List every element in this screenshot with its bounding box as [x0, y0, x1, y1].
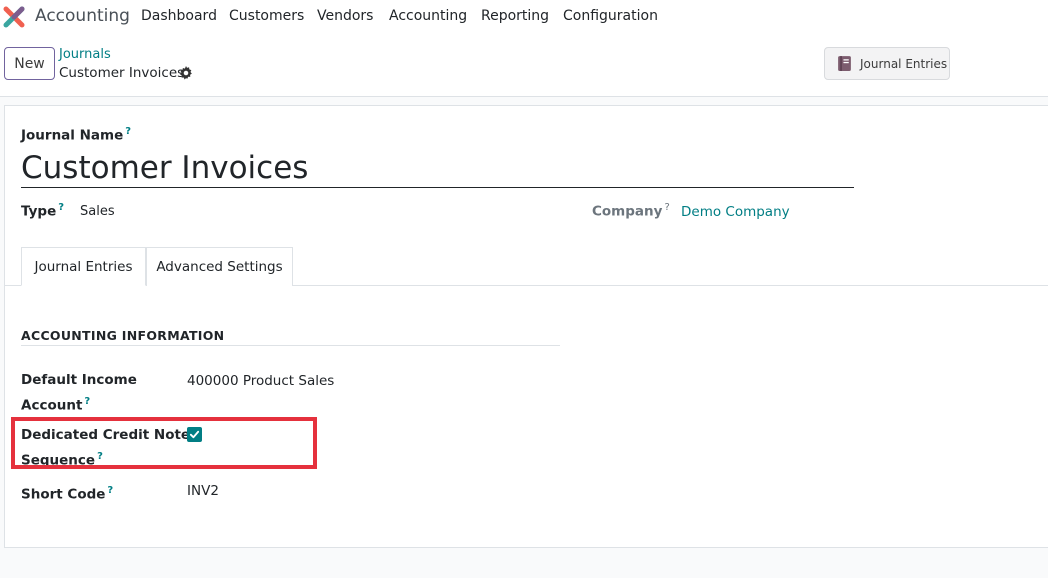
default-income-label-line2: Account — [21, 397, 83, 414]
gear-icon[interactable] — [179, 66, 193, 80]
section-divider — [21, 345, 560, 346]
menu-configuration[interactable]: Configuration — [563, 8, 658, 24]
top-navbar: Accounting Dashboard Customers Vendors A… — [0, 0, 1048, 34]
menu-customers[interactable]: Customers — [229, 8, 304, 24]
type-field[interactable]: Sales — [80, 204, 115, 219]
company-label-text: Company — [592, 203, 663, 220]
company-field[interactable]: Demo Company — [681, 204, 790, 220]
type-label-text: Type — [21, 203, 57, 220]
book-icon — [838, 56, 851, 71]
journal-name-input[interactable]: Customer Invoices — [21, 148, 854, 188]
help-tooltip-icon[interactable]: ? — [107, 485, 113, 496]
breadcrumb-current: Customer Invoices — [59, 65, 185, 81]
tab-advanced-settings[interactable]: Advanced Settings — [146, 247, 293, 286]
journal-name-label: Journal Name? — [21, 126, 131, 144]
short-code-field[interactable]: INV2 — [187, 483, 219, 499]
short-code-label-text: Short Code — [21, 486, 106, 503]
menu-reporting[interactable]: Reporting — [481, 8, 549, 24]
help-tooltip-icon[interactable]: ? — [84, 396, 90, 407]
journal-name-label-text: Journal Name — [21, 127, 124, 144]
form-sheet: Journal Name? Customer Invoices Type? Sa… — [4, 105, 1048, 548]
help-tooltip-icon[interactable]: ? — [125, 126, 131, 137]
default-income-account-label: Default Income Account? — [21, 370, 137, 417]
company-label: Company? — [592, 202, 670, 220]
accounting-app-logo-icon[interactable] — [3, 6, 25, 28]
highlight-box — [11, 417, 317, 469]
menu-vendors[interactable]: Vendors — [317, 8, 373, 24]
journal-entries-button-label: Journal Entries — [860, 56, 948, 71]
section-title: ACCOUNTING INFORMATION — [21, 328, 225, 343]
menu-dashboard[interactable]: Dashboard — [141, 8, 217, 24]
help-tooltip-icon[interactable]: ? — [664, 202, 669, 213]
help-tooltip-icon[interactable]: ? — [58, 202, 64, 213]
default-income-label-line1: Default Income — [21, 372, 137, 388]
type-label: Type? — [21, 202, 64, 220]
breadcrumb-journals[interactable]: Journals — [59, 47, 111, 62]
short-code-label: Short Code? — [21, 480, 113, 506]
default-income-account-field[interactable]: 400000 Product Sales — [187, 373, 334, 389]
journal-entries-button[interactable]: Journal Entries — [824, 47, 950, 80]
tab-journal-entries[interactable]: Journal Entries — [21, 247, 146, 286]
control-panel: New Journals Customer Invoices Journal E… — [0, 34, 1048, 97]
app-name[interactable]: Accounting — [35, 6, 130, 26]
menu-accounting[interactable]: Accounting — [389, 8, 467, 24]
new-button[interactable]: New — [4, 47, 55, 80]
